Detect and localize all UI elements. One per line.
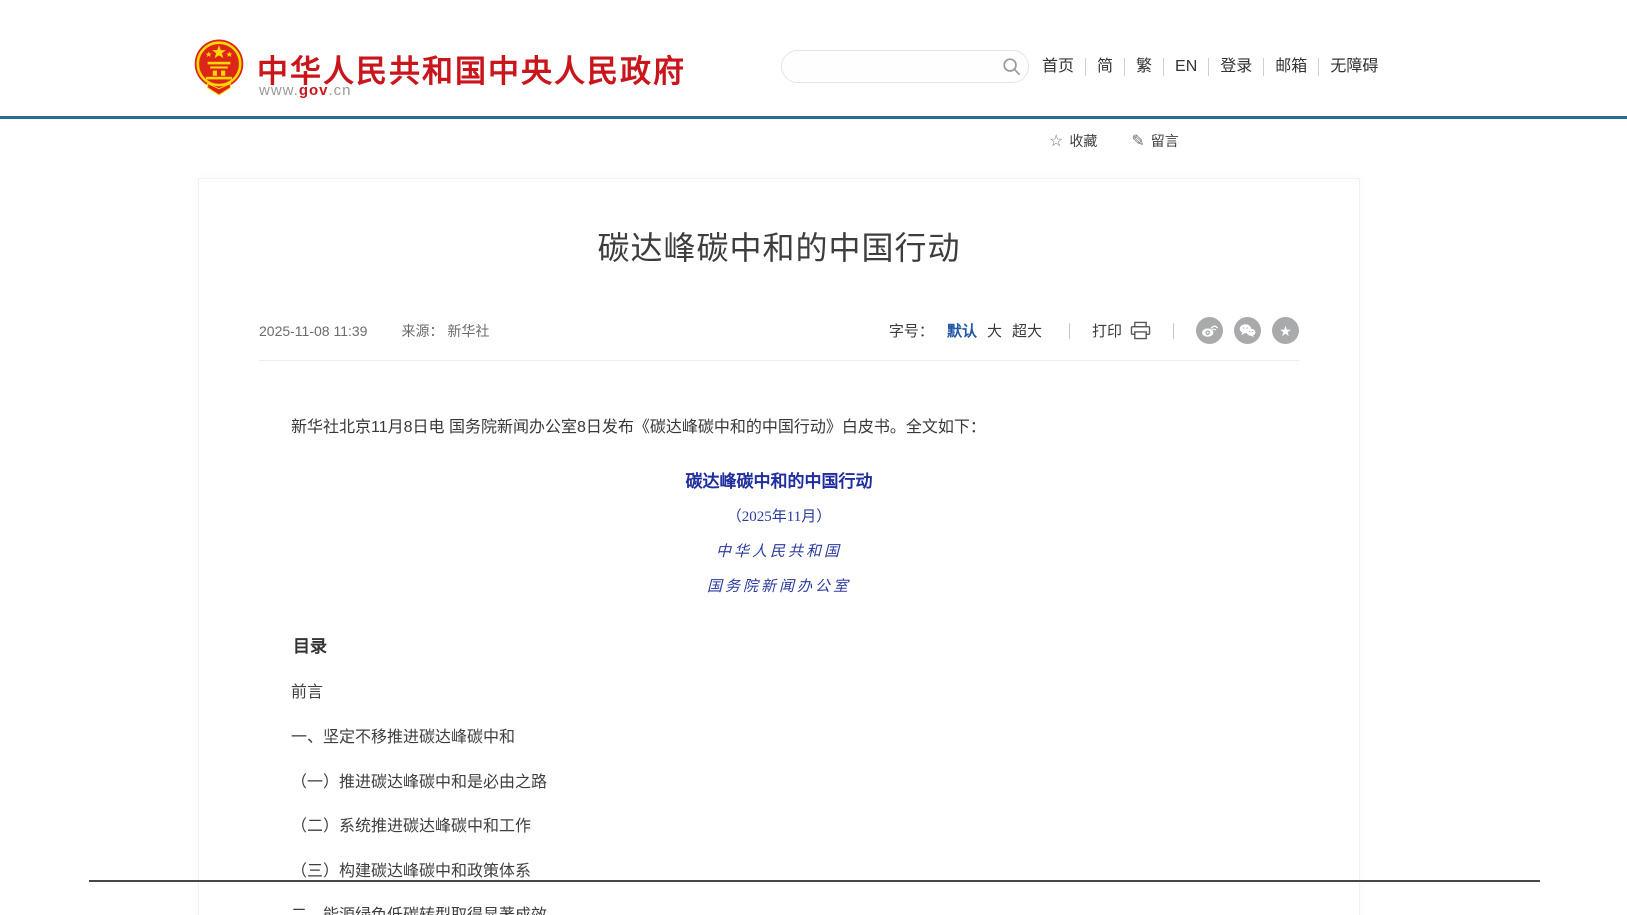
favorite-label: 收藏 xyxy=(1069,131,1097,151)
document-title: 碳达峰碳中和的中国行动 xyxy=(259,467,1299,492)
article-meta-row: 2025-11-08 11:39 来源： 新华社 字号： 默认 大 超大 打印 xyxy=(259,317,1299,361)
document-org-line2: 国务院新闻办公室 xyxy=(259,575,1299,596)
fontsize-label: 字号： xyxy=(889,320,934,341)
search-button[interactable] xyxy=(994,50,1028,83)
nav-traditional[interactable]: 繁 xyxy=(1124,58,1163,76)
viewport-bottom-edge xyxy=(89,880,1540,882)
article-body: 新华社北京11月8日电 国务院新闻办公室8日发布《碳达峰碳中和的中国行动》白皮书… xyxy=(199,417,1359,915)
article-card: 碳达峰碳中和的中国行动 2025-11-08 11:39 来源： 新华社 字号：… xyxy=(198,178,1360,915)
toc-item-preface: 前言 xyxy=(259,684,1299,702)
search-input[interactable] xyxy=(782,59,994,75)
comment-button[interactable]: ✎ 留言 xyxy=(1131,131,1178,151)
page-tools: ☆ 收藏 ✎ 留言 xyxy=(1049,131,1179,151)
toc-item-section1-1: （一）推进碳达峰碳中和是必由之路 xyxy=(259,774,1299,792)
nav-simplified[interactable]: 简 xyxy=(1085,58,1124,76)
top-navigation: 首页 简 繁 EN 登录 邮箱 无障碍 xyxy=(1042,54,1389,80)
article-meta-left: 2025-11-08 11:39 来源： 新华社 xyxy=(259,321,489,341)
search-icon xyxy=(1002,57,1021,76)
share-wechat-button[interactable] xyxy=(1234,317,1261,344)
vertical-divider xyxy=(1069,323,1070,339)
nav-login[interactable]: 登录 xyxy=(1208,58,1263,76)
site-url: www.gov.cn xyxy=(259,82,352,99)
wechat-icon xyxy=(1239,323,1256,338)
pencil-icon: ✎ xyxy=(1131,131,1144,151)
document-heading-block: 碳达峰碳中和的中国行动 （2025年11月） 中华人民共和国 国务院新闻办公室 xyxy=(259,467,1299,596)
star-outline-icon: ☆ xyxy=(1049,131,1063,151)
weibo-icon xyxy=(1201,323,1218,338)
toc-item-section2: 二、能源绿色低碳转型取得显著成效 xyxy=(259,907,1299,915)
article-title: 碳达峰碳中和的中国行动 xyxy=(199,223,1359,269)
nav-accessibility[interactable]: 无障碍 xyxy=(1318,58,1389,76)
site-header: 中华人民共和国中央人民政府 www.gov.cn 首页 简 繁 EN 登录 邮箱… xyxy=(0,0,1627,116)
share-weibo-button[interactable] xyxy=(1196,317,1223,344)
document-date: （2025年11月） xyxy=(259,505,1299,526)
print-label: 打印 xyxy=(1092,320,1122,341)
article-meta-right: 字号： 默认 大 超大 打印 xyxy=(889,317,1299,344)
comment-label: 留言 xyxy=(1151,131,1179,151)
share-more-button[interactable]: ★ xyxy=(1272,317,1299,344)
site-url-gov: gov xyxy=(299,82,329,99)
nav-mail[interactable]: 邮箱 xyxy=(1263,58,1318,76)
vertical-divider xyxy=(1173,323,1174,339)
favorite-button[interactable]: ☆ 收藏 xyxy=(1049,131,1097,151)
lead-paragraph: 新华社北京11月8日电 国务院新闻办公室8日发布《碳达峰碳中和的中国行动》白皮书… xyxy=(259,417,1299,439)
toc-item-section1-3: （三）构建碳达峰碳中和政策体系 xyxy=(259,863,1299,881)
article-date: 2025-11-08 11:39 xyxy=(259,323,367,339)
article-source: 来源： 新华社 xyxy=(401,321,489,341)
star-icon: ★ xyxy=(1279,324,1292,338)
share-group: ★ xyxy=(1196,317,1299,344)
nav-english[interactable]: EN xyxy=(1163,58,1208,76)
fontsize-default-button[interactable]: 默认 xyxy=(947,320,977,341)
nav-home[interactable]: 首页 xyxy=(1042,58,1085,76)
print-button[interactable]: 打印 xyxy=(1092,320,1151,341)
toc-heading: 目录 xyxy=(259,632,1299,657)
fontsize-xlarge-button[interactable]: 超大 xyxy=(1012,320,1042,341)
toc-item-section1: 一、坚定不移推进碳达峰碳中和 xyxy=(259,729,1299,747)
header-divider-line xyxy=(0,116,1627,119)
site-url-cn: .cn xyxy=(329,82,352,99)
printer-icon xyxy=(1130,321,1151,340)
document-org-line1: 中华人民共和国 xyxy=(259,540,1299,561)
toc-item-section1-2: （二）系统推进碳达峰碳中和工作 xyxy=(259,818,1299,836)
fontsize-large-button[interactable]: 大 xyxy=(987,320,1002,341)
site-url-www: www. xyxy=(259,82,299,99)
national-emblem-logo xyxy=(193,38,245,98)
search-box xyxy=(781,50,1029,83)
